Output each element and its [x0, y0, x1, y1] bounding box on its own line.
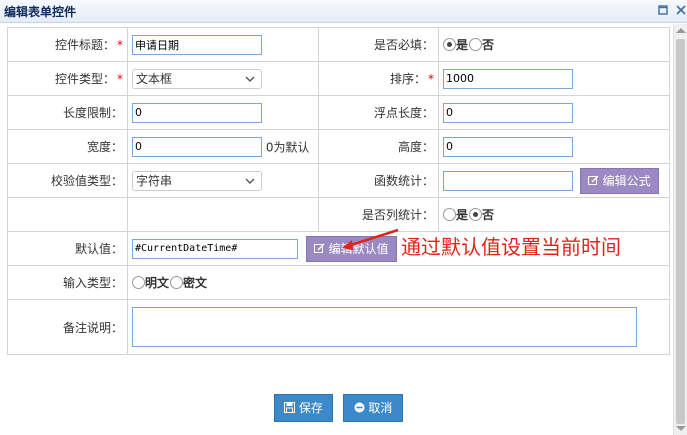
edit-formula-button[interactable]: 编辑公式: [579, 167, 659, 194]
validate-type-value: 字符串: [136, 173, 173, 188]
height-input[interactable]: [443, 136, 573, 157]
scrollbar-thumb[interactable]: [676, 39, 685, 424]
annotation-arrow: [342, 228, 399, 250]
edit-formula-label: 编辑公式: [602, 173, 651, 188]
length-limit-label: 长度限制：: [7, 95, 128, 130]
validate-type-select[interactable]: 字符串: [132, 170, 262, 191]
close-icon[interactable]: [674, 3, 687, 17]
func-stat-input[interactable]: [443, 170, 573, 191]
remark-label: 备注说明：: [7, 299, 128, 355]
chevron-down-icon: [245, 76, 255, 82]
func-stat-label: 函数统计：: [318, 163, 439, 198]
column-stat-no-label: 否: [482, 208, 495, 222]
default-value-input[interactable]: [132, 238, 298, 259]
float-length-input[interactable]: [443, 102, 573, 123]
scroll-up-icon[interactable]: [676, 28, 686, 33]
control-type-value: 文本框: [136, 71, 173, 86]
control-type-select[interactable]: 文本框: [132, 68, 262, 89]
sort-input[interactable]: [443, 68, 573, 89]
default-value-label: 默认值：: [7, 231, 128, 266]
vertical-scrollbar[interactable]: [673, 24, 687, 435]
window-titlebar: 编辑表单控件: [0, 0, 687, 23]
height-label: 高度：: [318, 129, 439, 164]
maximize-icon[interactable]: [656, 3, 670, 17]
input-type-plain-radio[interactable]: [132, 276, 145, 289]
required-yes-label: 是: [456, 38, 469, 52]
input-type-secret-radio[interactable]: [170, 276, 184, 289]
cancel-icon: [354, 402, 365, 413]
control-type-label: 控件类型： *: [7, 61, 128, 96]
edit-icon: [587, 175, 599, 185]
input-type-label: 输入类型：: [7, 265, 128, 300]
control-title-input[interactable]: [132, 34, 262, 55]
float-length-label: 浮点长度：: [318, 95, 439, 130]
cancel-button[interactable]: 取消: [343, 394, 403, 422]
annotation-text: 通过默认值设置当前时间: [401, 235, 621, 259]
scroll-down-icon[interactable]: [676, 426, 686, 431]
edit-icon: [313, 243, 325, 253]
column-stat-no-radio[interactable]: [469, 208, 483, 221]
empty-cell: [127, 197, 319, 232]
required-label: 是否必填：: [318, 27, 439, 62]
cancel-label: 取消: [368, 401, 393, 415]
column-stat-yes-label: 是: [456, 208, 469, 222]
save-button[interactable]: 保存: [274, 394, 333, 422]
length-limit-input[interactable]: [132, 102, 262, 123]
sort-label: 排序： *: [318, 61, 439, 96]
required-no-label: 否: [482, 38, 495, 52]
width-label: 宽度：: [7, 129, 128, 164]
window-title: 编辑表单控件: [4, 5, 77, 19]
input-type-secret-label: 密文: [183, 276, 208, 290]
required-yes-radio[interactable]: [443, 38, 456, 51]
empty-cell: [7, 197, 128, 232]
required-no-radio[interactable]: [469, 38, 483, 51]
control-title-label: 控件标题： *: [7, 27, 128, 62]
width-hint: 0为默认: [265, 140, 310, 154]
remark-textarea[interactable]: [132, 306, 637, 347]
chevron-down-icon: [245, 178, 255, 184]
column-stat-yes-radio[interactable]: [443, 208, 456, 221]
input-type-plain-label: 明文: [145, 276, 170, 290]
save-icon: [284, 402, 296, 413]
width-input[interactable]: [132, 136, 262, 157]
control-form: 控件标题：* 是否必填： 是否 控件类型：* 文本框 排序：* 长度限制： 浮点…: [7, 27, 670, 355]
validate-type-label: 校验值类型：: [7, 163, 128, 198]
save-label: 保存: [298, 401, 323, 415]
